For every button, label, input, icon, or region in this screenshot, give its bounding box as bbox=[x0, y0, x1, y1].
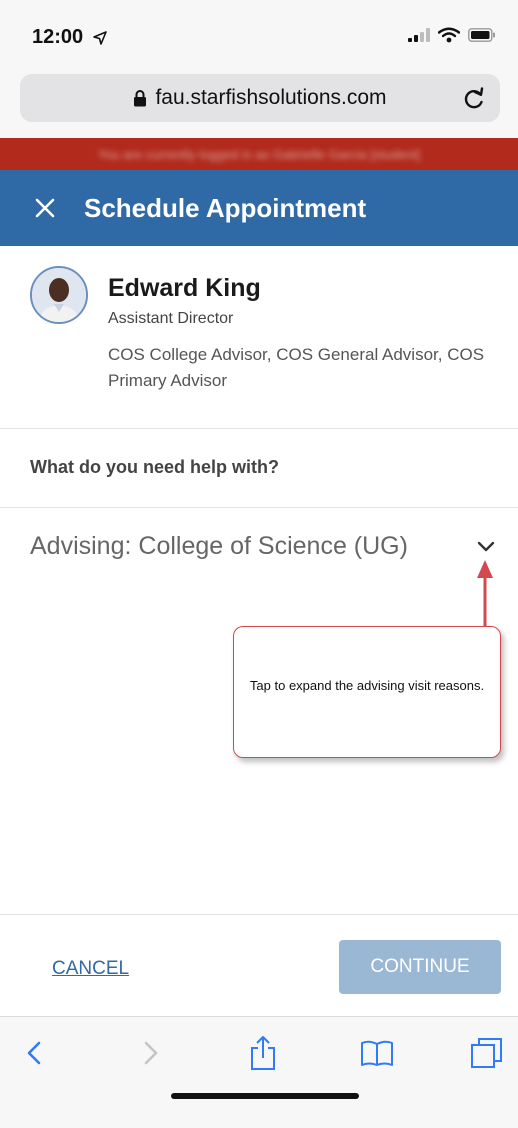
forward-icon bbox=[144, 1041, 158, 1065]
cancel-button[interactable]: CANCEL bbox=[52, 958, 129, 980]
continue-button-label: CONTINUE bbox=[370, 956, 470, 977]
advisor-name: Edward King bbox=[108, 274, 261, 302]
status-time-text: 12:00 bbox=[32, 26, 84, 48]
avatar bbox=[30, 266, 88, 324]
divider bbox=[0, 428, 518, 429]
home-indicator[interactable] bbox=[171, 1093, 359, 1099]
divider bbox=[0, 507, 518, 508]
bookmarks-icon bbox=[361, 1040, 393, 1066]
close-button[interactable] bbox=[30, 193, 60, 223]
tabs-button[interactable] bbox=[467, 1033, 507, 1073]
status-time: 12:00 bbox=[32, 26, 107, 49]
help-question-label: What do you need help with? bbox=[30, 457, 279, 477]
annotation-text: Tap to expand the advising visit reasons… bbox=[249, 678, 485, 693]
reason-dropdown[interactable]: Advising: College of Science (UG) bbox=[0, 510, 518, 590]
battery-icon bbox=[468, 28, 495, 42]
back-button[interactable] bbox=[14, 1033, 54, 1073]
continue-button[interactable]: CONTINUE bbox=[339, 940, 501, 994]
forward-button[interactable] bbox=[131, 1033, 171, 1073]
advisor-photo bbox=[32, 268, 86, 322]
lock-icon bbox=[134, 89, 147, 106]
back-icon bbox=[27, 1041, 41, 1065]
signal-icon bbox=[408, 28, 430, 42]
page-header: Schedule Appointment bbox=[0, 170, 518, 246]
advisor-role: Assistant Director bbox=[108, 310, 234, 327]
page-title: Schedule Appointment bbox=[84, 192, 367, 223]
close-icon bbox=[35, 198, 55, 218]
share-button[interactable] bbox=[243, 1033, 283, 1073]
wifi-icon bbox=[438, 27, 460, 43]
reason-dropdown-value: Advising: College of Science (UG) bbox=[30, 532, 408, 560]
reload-button[interactable] bbox=[462, 85, 486, 116]
banner-text: You are currently logged in as Gabrielle… bbox=[97, 146, 421, 162]
location-arrow-icon bbox=[92, 30, 107, 45]
chevron-down-icon[interactable] bbox=[476, 540, 496, 554]
tabs-icon bbox=[471, 1038, 502, 1068]
advisor-groups: COS College Advisor, COS General Advisor… bbox=[108, 345, 485, 390]
browser-toolbar bbox=[0, 1016, 518, 1128]
bookmarks-button[interactable] bbox=[357, 1033, 397, 1073]
status-icons bbox=[408, 27, 496, 43]
advisor-card: Edward King Assistant Director COS Colle… bbox=[0, 246, 518, 428]
reload-icon bbox=[464, 87, 484, 109]
share-icon bbox=[251, 1036, 275, 1070]
annotation-callout: Tap to expand the advising visit reasons… bbox=[233, 626, 501, 758]
url-bar[interactable]: fau.starfishsolutions.com bbox=[20, 74, 500, 122]
status-bar: 12:00 bbox=[0, 0, 518, 66]
url-text: fau.starfishsolutions.com bbox=[155, 86, 387, 109]
impersonation-banner: You are currently logged in as Gabrielle… bbox=[0, 138, 518, 170]
divider bbox=[0, 914, 518, 915]
url-area: fau.starfishsolutions.com bbox=[0, 66, 518, 138]
